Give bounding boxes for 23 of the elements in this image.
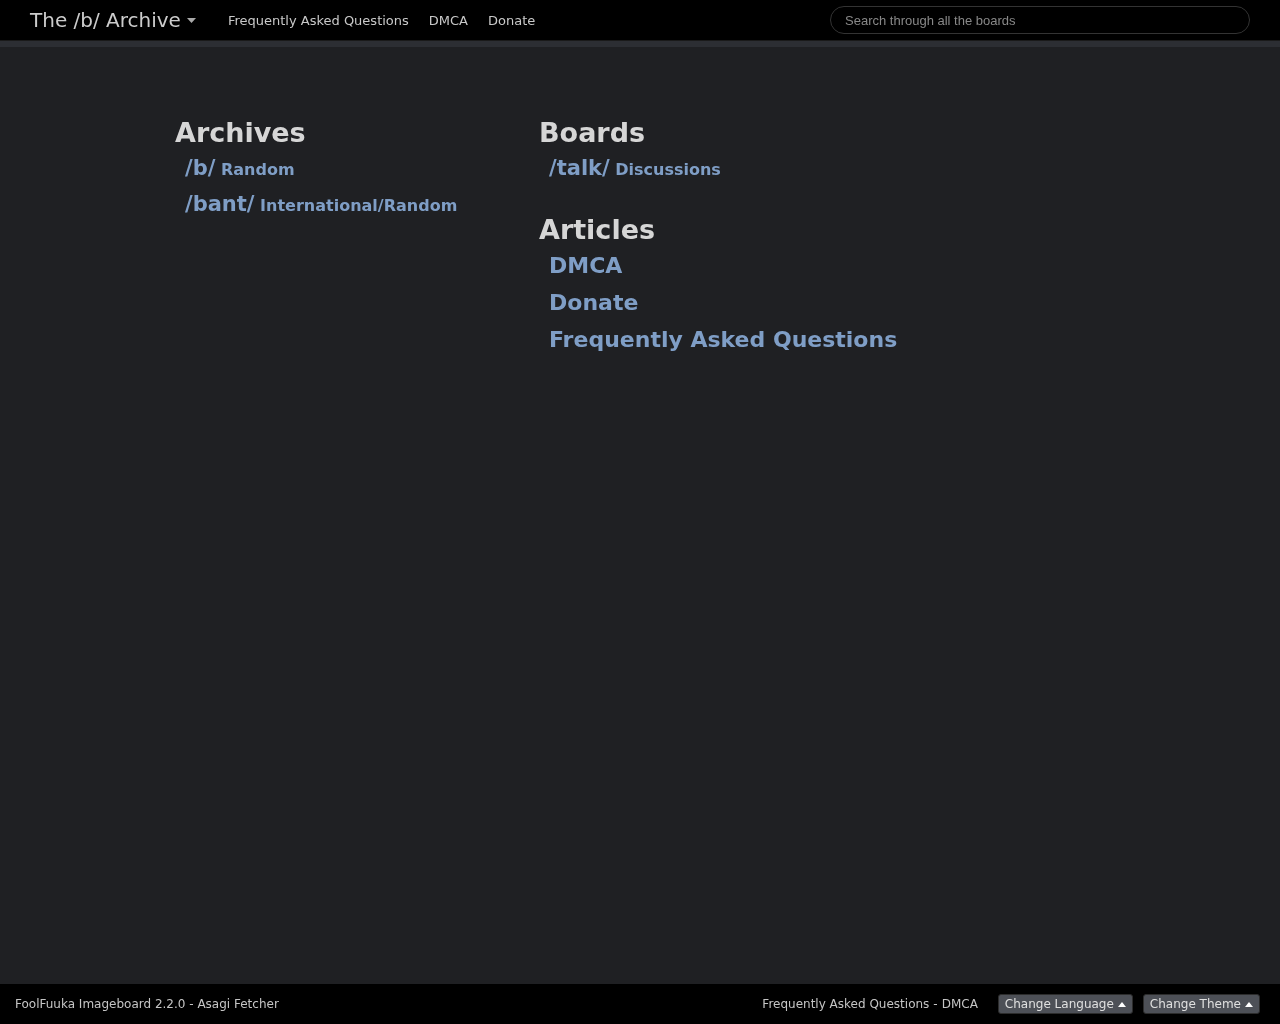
footer-credit: FoolFuuka Imageboard 2.2.0 - Asagi Fetcher [15,997,279,1011]
nav-link[interactable]: Frequently Asked Questions [227,12,409,28]
footer-link[interactable]: DMCA [941,997,978,1011]
section-heading: Boards [539,117,647,148]
caret-icon [1117,1001,1126,1007]
board-link[interactable]: /talk/ Discussions [549,156,898,180]
article-link[interactable]: Donate [549,290,898,315]
section-heading: Archives [175,117,307,148]
caret-icon [1245,1001,1253,1007]
board-link[interactable]: /b/ Random [185,156,539,180]
dropdown-button[interactable]: Change Theme [1142,994,1260,1014]
nav-link[interactable]: DMCA [428,12,468,28]
article-link[interactable]: Frequently Asked Questions [549,327,898,352]
article-link[interactable]: DMCA [549,253,898,278]
dropdown-button[interactable]: Change Language [997,994,1133,1014]
nav-link[interactable]: Donate [488,12,536,28]
site-title-dropdown[interactable]: The /b/ Archive [30,8,196,32]
separator-text: - [933,997,938,1011]
section-heading: Articles [539,214,656,245]
board-link[interactable]: /bant/ International/Random [185,192,539,216]
search-field[interactable]: Search through all the boards [830,6,1250,34]
footer-link[interactable]: Frequently Asked Questions [762,997,930,1011]
caret-icon [186,17,196,23]
